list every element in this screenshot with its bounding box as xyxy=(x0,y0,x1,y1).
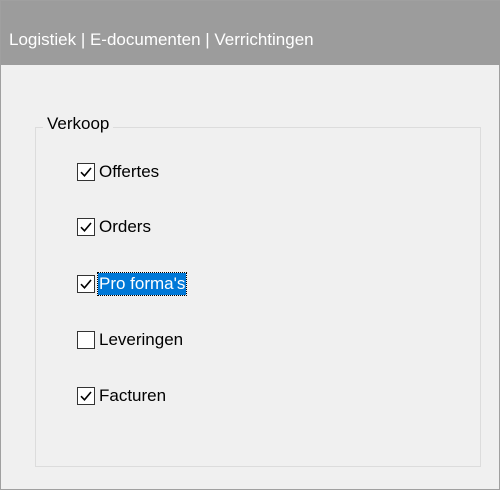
pro-formas-label[interactable]: Pro forma's xyxy=(96,272,188,296)
group-legend: Verkoop xyxy=(43,114,114,134)
leveringen-label[interactable]: Leveringen xyxy=(98,329,184,351)
checkmark-icon xyxy=(80,391,92,401)
facturen-option[interactable]: Facturen xyxy=(77,384,167,408)
leveringen-option[interactable]: Leveringen xyxy=(77,328,184,352)
pro-formas-checkbox[interactable] xyxy=(77,275,95,293)
leveringen-checkbox[interactable] xyxy=(77,331,95,349)
offertes-option[interactable]: Offertes xyxy=(77,160,160,184)
orders-label[interactable]: Orders xyxy=(98,216,152,238)
pro-formas-option[interactable]: Pro forma's xyxy=(77,272,188,296)
facturen-label[interactable]: Facturen xyxy=(98,385,167,407)
offertes-checkbox[interactable] xyxy=(77,163,95,181)
facturen-checkbox[interactable] xyxy=(77,387,95,405)
orders-option[interactable]: Orders xyxy=(77,215,152,239)
page-title: Logistiek | E-documenten | Verrichtingen xyxy=(9,30,314,49)
offertes-label[interactable]: Offertes xyxy=(98,161,160,183)
checkmark-icon xyxy=(80,167,92,177)
checkmark-icon xyxy=(80,279,92,289)
orders-checkbox[interactable] xyxy=(77,218,95,236)
checkmark-icon xyxy=(80,222,92,232)
header-bar: Logistiek | E-documenten | Verrichtingen xyxy=(1,1,500,65)
